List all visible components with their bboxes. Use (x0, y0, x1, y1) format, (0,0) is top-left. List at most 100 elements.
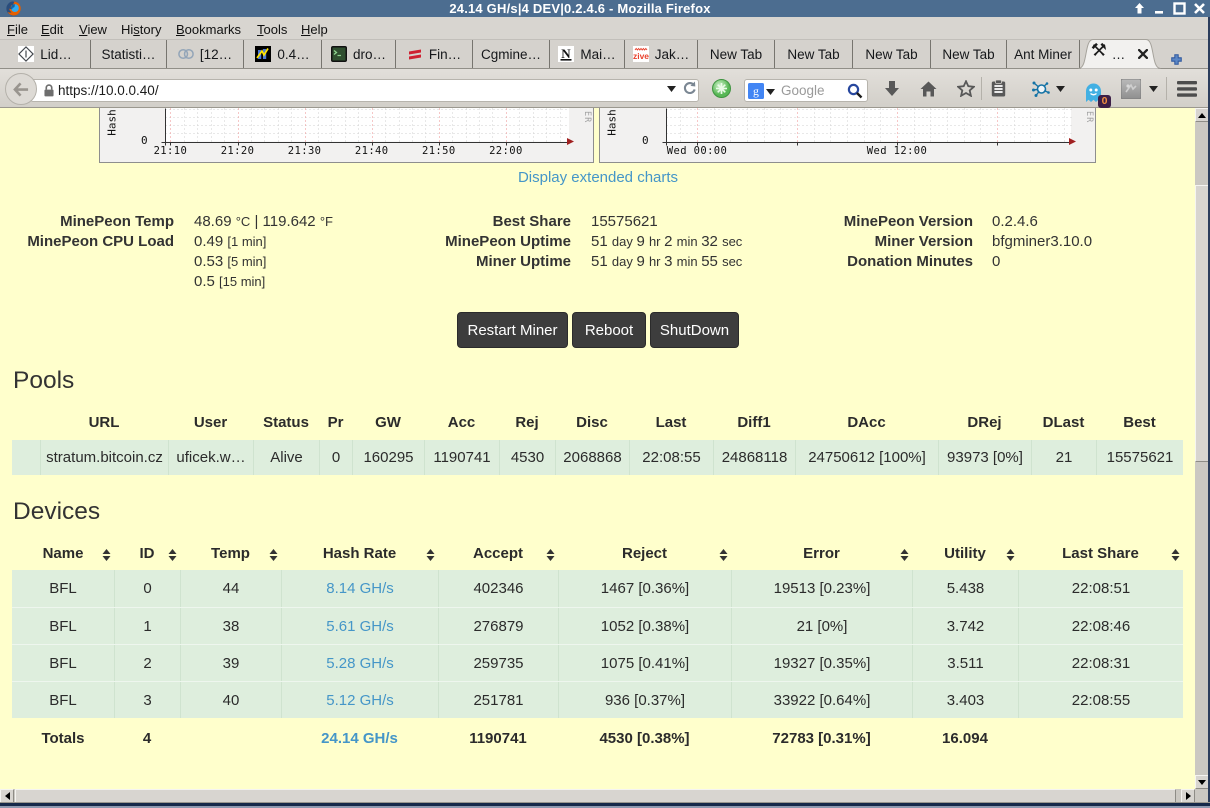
cell-value: 1190741 (433, 449, 490, 466)
home-icon[interactable] (918, 69, 938, 108)
menu-bookmarks[interactable]: Bookmarks (176, 21, 241, 39)
search-dropdown-icon[interactable] (766, 82, 775, 100)
tab-statisti-[interactable]: Statisti… (91, 40, 167, 68)
hash-rate-link[interactable]: 5.61 GH/s (326, 618, 394, 635)
tab-ant-miner[interactable]: Ant Miner (1007, 40, 1080, 68)
search-input[interactable]: Google (781, 83, 847, 98)
display-extended-charts-link[interactable]: Display extended charts (0, 169, 1196, 186)
green-orb-icon[interactable] (710, 69, 732, 108)
menu-history[interactable]: History (121, 21, 161, 39)
sort-icon[interactable] (269, 548, 278, 565)
restart-miner-button[interactable]: Restart Miner (457, 312, 568, 348)
search-bar[interactable]: g Google (744, 79, 868, 102)
shutdown-button[interactable]: ShutDown (650, 312, 739, 348)
download-icon[interactable] (882, 69, 902, 108)
chart-icon (255, 46, 271, 62)
tab-new-tab[interactable]: New Tab (931, 40, 1007, 68)
column-header[interactable]: Name (12, 541, 114, 566)
scroll-left-button[interactable] (0, 789, 14, 803)
sort-icon[interactable] (1006, 548, 1015, 565)
tab-new-tab[interactable]: New Tab (698, 40, 775, 68)
column-header[interactable]: Last Share (1018, 541, 1183, 566)
tab-new-tab[interactable]: New Tab (775, 40, 853, 68)
column-header[interactable]: Utility (912, 541, 1018, 566)
tab-lid-[interactable]: Lid… (0, 40, 91, 68)
cell-value: 40 (223, 692, 240, 709)
scroll-down-button[interactable] (1195, 775, 1209, 789)
tab-0-4-[interactable]: 0.4… (244, 40, 322, 68)
tab-mai-[interactable]: NMai… (550, 40, 625, 68)
magnifier-icon[interactable] (847, 83, 863, 99)
tab-dro-[interactable]: dro… (322, 40, 396, 68)
reboot-button[interactable]: Reboot (572, 312, 646, 348)
tab-new-tab[interactable]: New Tab (853, 40, 931, 68)
url-bar[interactable]: https://10.0.0.40/ (30, 79, 699, 102)
spider-dropdown-icon[interactable] (1053, 69, 1067, 108)
cell-value: 259735 (473, 655, 523, 672)
hash-rate-link[interactable]: 5.12 GH/s (326, 692, 394, 709)
ghostery-icon[interactable]: 0 (1082, 69, 1104, 108)
column-header-label: URL (89, 414, 120, 431)
column-header[interactable]: Hash Rate (281, 541, 438, 566)
column-header[interactable]: ID (114, 541, 180, 566)
rrdtool-watermark: ER (582, 111, 592, 123)
url-text[interactable]: https://10.0.0.40/ (58, 83, 698, 98)
menu-view[interactable]: View (79, 21, 107, 39)
minimize-icon[interactable] (1153, 2, 1166, 15)
table-cell: 24750612 [100%] (795, 440, 938, 475)
star-icon[interactable] (956, 69, 976, 108)
titlebar[interactable]: 24.14 GH/s|4 DEV|0.2.4.6 - Mozilla Firef… (0, 0, 1210, 17)
column-header[interactable]: Temp (180, 541, 281, 566)
window-border (0, 802, 1210, 808)
sort-icon[interactable] (426, 548, 435, 565)
spider-icon[interactable] (1031, 69, 1051, 108)
cell-value: 93973 [0%] (947, 449, 1023, 466)
table-cell: BFL (12, 570, 114, 607)
menu-edit[interactable]: Edit (41, 21, 63, 39)
tab--12-[interactable]: [12… (167, 40, 244, 68)
vertical-scroll-thumb[interactable] (1195, 185, 1209, 462)
tab-cgmine-[interactable]: Cgmine… (473, 40, 550, 68)
maximize-icon[interactable] (1173, 2, 1186, 15)
url-dropdown-icon[interactable] (665, 69, 677, 108)
column-header[interactable]: Accept (438, 541, 558, 566)
horizontal-scroll-thumb[interactable] (15, 789, 1176, 803)
table-cell: 251781 (438, 682, 558, 718)
addon-gray-icon[interactable] (1120, 69, 1142, 108)
tab-close-icon[interactable] (1138, 49, 1148, 59)
column-header[interactable]: Reject (558, 541, 731, 566)
column-header: Last (629, 409, 713, 435)
tab-active-miner[interactable]: ⚒… (1078, 39, 1161, 69)
horizontal-scrollbar[interactable] (0, 789, 1209, 803)
table-cell: stratum.bitcoin.cz (40, 440, 168, 475)
tab-label: Fin… (429, 47, 461, 62)
sort-icon[interactable] (102, 548, 111, 565)
tab-jak-[interactable]: ziveJak… (625, 40, 698, 68)
scroll-up-button[interactable] (1195, 108, 1209, 122)
close-icon[interactable] (1193, 2, 1206, 15)
column-header: Rej (499, 409, 555, 435)
sort-icon[interactable] (168, 548, 177, 565)
column-header[interactable]: Error (731, 541, 912, 566)
sort-icon[interactable] (1171, 548, 1180, 565)
sort-icon[interactable] (546, 548, 555, 565)
hamburger-icon[interactable] (1175, 69, 1199, 108)
addon-dropdown-icon[interactable] (1146, 69, 1160, 108)
reload-icon[interactable] (681, 69, 697, 108)
menu-file[interactable]: File (7, 21, 28, 39)
totals-cell (1018, 720, 1183, 757)
sort-icon[interactable] (900, 548, 909, 565)
scroll-right-button[interactable] (1181, 789, 1195, 803)
new-tab-button[interactable] (1171, 50, 1182, 70)
hash-rate-link[interactable]: 8.14 GH/s (326, 580, 394, 597)
menu-tools[interactable]: Tools (257, 21, 287, 39)
sort-icon[interactable] (719, 548, 728, 565)
menu-help[interactable]: Help (301, 21, 328, 39)
tab-fin-[interactable]: Fin… (396, 40, 473, 68)
clipboard-icon[interactable] (988, 69, 1008, 108)
back-button[interactable] (5, 73, 37, 105)
table-row: BFL3405.12 GH/s251781936 [0.37%]33922 [0… (12, 681, 1183, 718)
restore-icon[interactable] (1133, 2, 1146, 15)
vertical-scrollbar[interactable] (1195, 108, 1209, 789)
hash-rate-link[interactable]: 5.28 GH/s (326, 655, 394, 672)
